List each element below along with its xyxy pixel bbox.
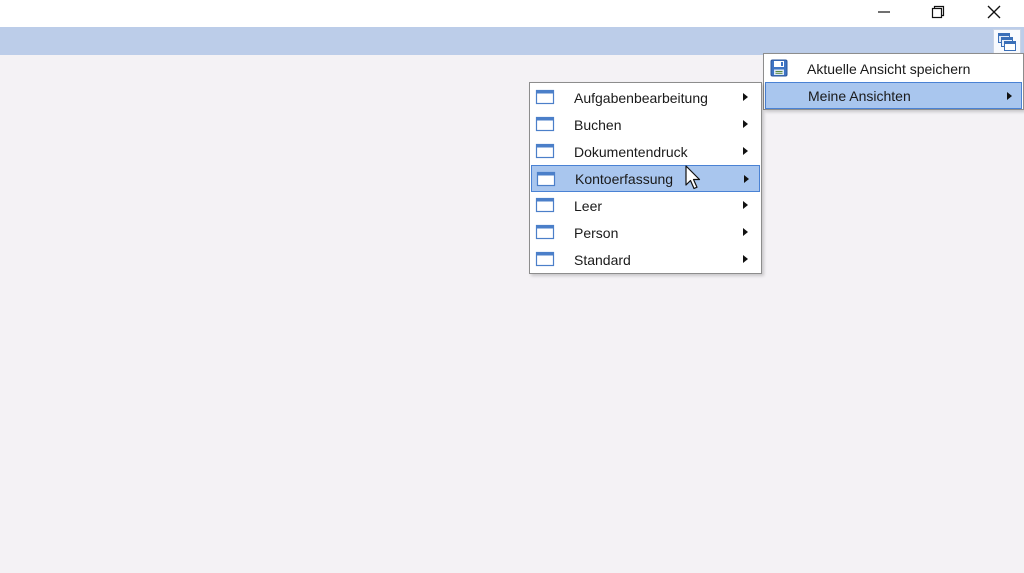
menu-item-buchen[interactable]: Buchen: [531, 111, 760, 138]
mouse-cursor-icon: [685, 165, 701, 190]
restore-icon: [931, 5, 945, 19]
submenu-arrow-icon: [743, 147, 748, 155]
menu-item-label: Buchen: [574, 116, 622, 133]
menu-item-label: Meine Ansichten: [808, 87, 911, 104]
menu-item-label: Standard: [574, 251, 631, 268]
window-icon: [535, 251, 555, 267]
views-icon: [998, 33, 1016, 51]
window-icon: [535, 224, 555, 240]
minimize-icon: [878, 11, 890, 13]
client-area: [0, 55, 1024, 573]
submenu-arrow-icon: [743, 255, 748, 263]
menu-item-label: Kontoerfassung: [575, 170, 674, 187]
views-dropdown-menu: Aktuelle Ansicht speichern Meine Ansicht…: [763, 53, 1024, 110]
menu-item-standard[interactable]: Standard: [531, 246, 760, 273]
menu-item-save-view[interactable]: Aktuelle Ansicht speichern: [765, 55, 1022, 82]
views-button[interactable]: [993, 29, 1021, 55]
menu-item-kontoerfassung[interactable]: Kontoerfassung: [531, 165, 760, 192]
submenu-arrow-icon: [743, 228, 748, 236]
menu-item-my-views[interactable]: Meine Ansichten: [765, 82, 1022, 109]
window-icon: [535, 143, 555, 159]
menu-item-leer[interactable]: Leer: [531, 192, 760, 219]
submenu-arrow-icon: [743, 93, 748, 101]
title-bar: [0, 0, 1024, 27]
my-views-submenu: Aufgabenbearbeitung Buchen Dokumentendru…: [529, 82, 762, 274]
close-button[interactable]: [971, 0, 1017, 24]
menu-item-person[interactable]: Person: [531, 219, 760, 246]
window-icon: [535, 116, 555, 132]
menu-item-label: Person: [574, 224, 619, 241]
submenu-arrow-icon: [1007, 92, 1012, 100]
minimize-button[interactable]: [861, 0, 907, 24]
restore-button[interactable]: [915, 0, 961, 24]
submenu-arrow-icon: [744, 175, 749, 183]
menu-item-label: Aktuelle Ansicht speichern: [807, 60, 971, 77]
ribbon-bar: [0, 27, 1024, 55]
menu-item-label: Dokumentendruck: [574, 143, 688, 160]
menu-item-aufgabenbearbeitung[interactable]: Aufgabenbearbeitung: [531, 84, 760, 111]
menu-item-label: Aufgabenbearbeitung: [574, 89, 708, 106]
save-icon: [769, 59, 789, 77]
submenu-arrow-icon: [743, 120, 748, 128]
submenu-arrow-icon: [743, 201, 748, 209]
window-icon: [535, 89, 555, 105]
menu-item-dokumentendruck[interactable]: Dokumentendruck: [531, 138, 760, 165]
window-icon: [536, 171, 556, 187]
close-icon: [987, 5, 1001, 19]
menu-item-label: Leer: [574, 197, 603, 214]
window-icon: [535, 197, 555, 213]
